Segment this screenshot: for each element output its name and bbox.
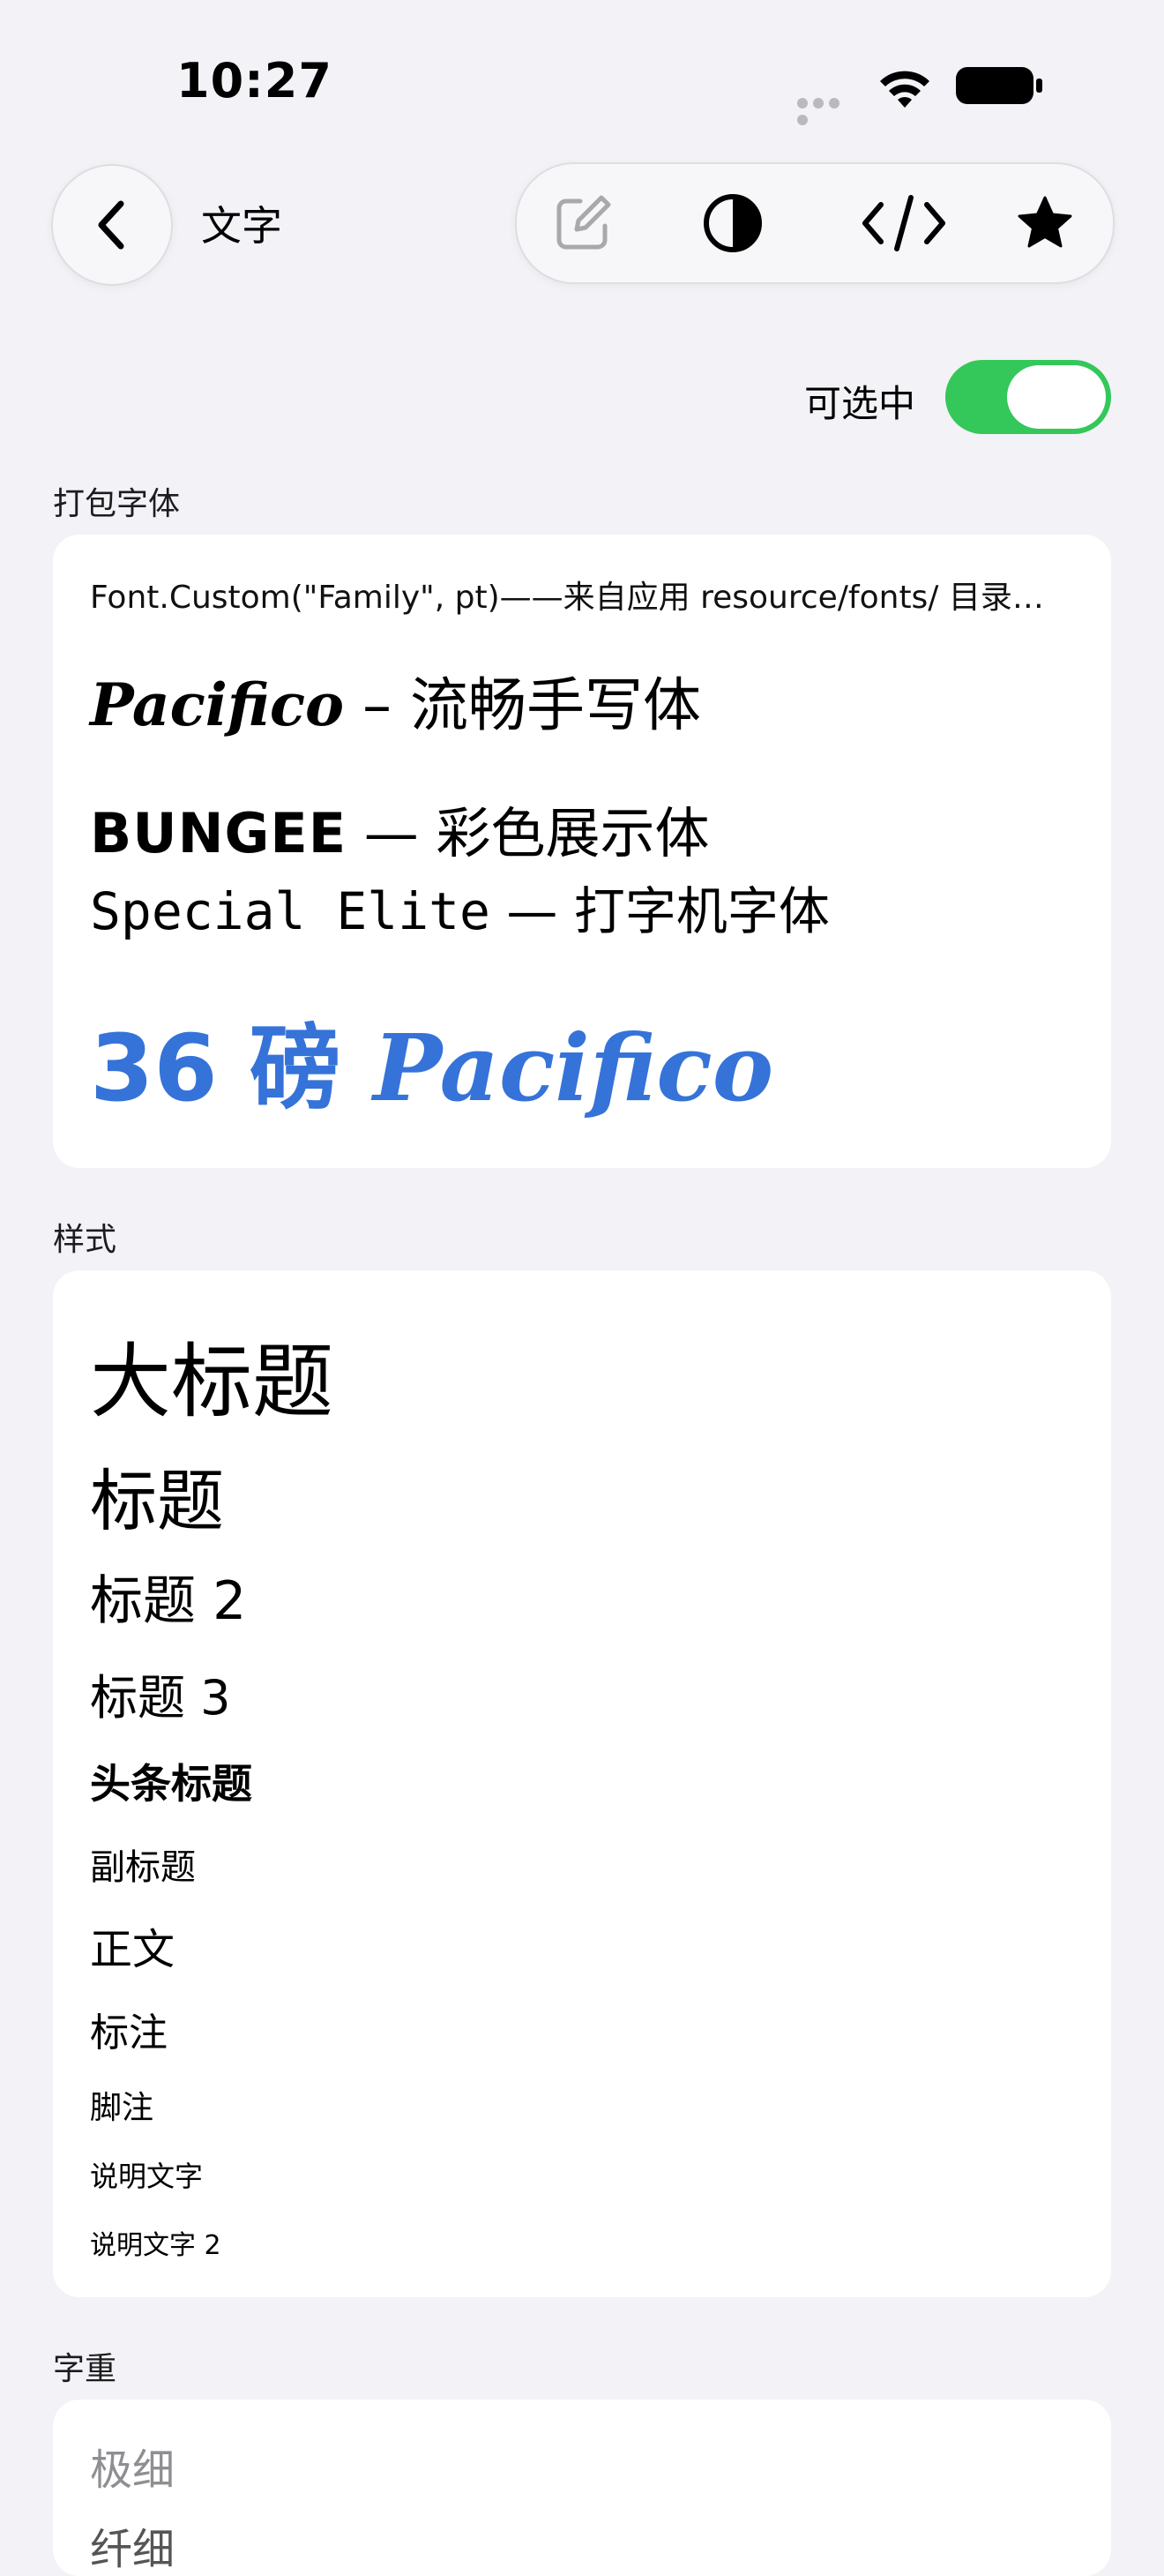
contrast-icon [704, 194, 762, 252]
star-icon [1018, 196, 1072, 248]
styles-card: 大标题 标题 标题 2 标题 3 头条标题 副标题 正文 标注 脚注 说明文字 … [53, 1270, 1111, 2297]
special-elite-sample: Special Elite — 打字机字体 [90, 870, 830, 944]
style-large-title: 大标题 [90, 1335, 334, 1429]
toggle-knob [1007, 365, 1106, 429]
elite-name: Special Elite [90, 881, 490, 941]
edit-button[interactable] [552, 192, 614, 254]
pacifico-desc: – 流畅手写体 [344, 671, 702, 739]
selectable-label: 可选中 [804, 382, 916, 425]
big-prefix: 36 磅 [90, 1015, 374, 1122]
code-button[interactable] [855, 192, 952, 254]
status-time: 10:27 [176, 53, 332, 109]
pacifico-sample: Pacifico – 流畅手写体 [90, 658, 701, 743]
weight-ultralight: 极细 [90, 2445, 175, 2495]
cellular-signal-icon [797, 95, 859, 125]
code-icon [862, 195, 945, 251]
style-body: 正文 [90, 1925, 175, 1974]
appearance-button[interactable] [702, 192, 764, 254]
font-custom-caption: Font.Custom("Family", pt)——来自应用 resource… [90, 580, 1044, 616]
style-footnote: 脚注 [90, 2090, 154, 2126]
style-callout: 标注 [90, 2011, 168, 2056]
page-title: 文字 [201, 202, 282, 250]
style-title2: 标题 2 [90, 1570, 247, 1632]
pacifico-36pt-sample: 36 磅 Pacifico [90, 993, 773, 1127]
battery-icon [956, 67, 1042, 104]
selectable-toggle[interactable] [945, 360, 1111, 434]
style-headline: 头条标题 [90, 1760, 252, 1808]
chevron-left-icon [98, 200, 124, 250]
bungee-name: BUNGEE [90, 801, 347, 865]
bungee-desc: — 彩色展示体 [347, 801, 710, 865]
style-caption2: 说明文字 2 [90, 2230, 221, 2261]
back-button[interactable] [51, 164, 173, 286]
pacifico-name: Pacifico [90, 670, 345, 739]
section-header-weights: 字重 [53, 2351, 117, 2387]
bundled-fonts-card: Font.Custom("Family", pt)——来自应用 resource… [53, 535, 1111, 1168]
elite-desc: — 打字机字体 [489, 881, 830, 941]
toolbar [515, 162, 1115, 284]
style-caption: 说明文字 [90, 2160, 204, 2193]
wifi-icon [880, 71, 929, 108]
section-header-bundled-fonts: 打包字体 [53, 486, 181, 522]
favorite-button[interactable] [1014, 192, 1076, 254]
style-title: 标题 [90, 1462, 224, 1540]
style-subheadline: 副标题 [90, 1847, 196, 1888]
weight-thin: 纤细 [90, 2525, 175, 2574]
weights-card: 极细 纤细 [53, 2400, 1111, 2576]
section-header-styles: 样式 [53, 1222, 117, 1258]
style-title3: 标题 3 [90, 1670, 231, 1726]
bungee-sample: BUNGEE — 彩色展示体 [90, 789, 710, 868]
big-script: Pacifico [373, 1014, 774, 1122]
square-pencil-icon [556, 195, 611, 250]
